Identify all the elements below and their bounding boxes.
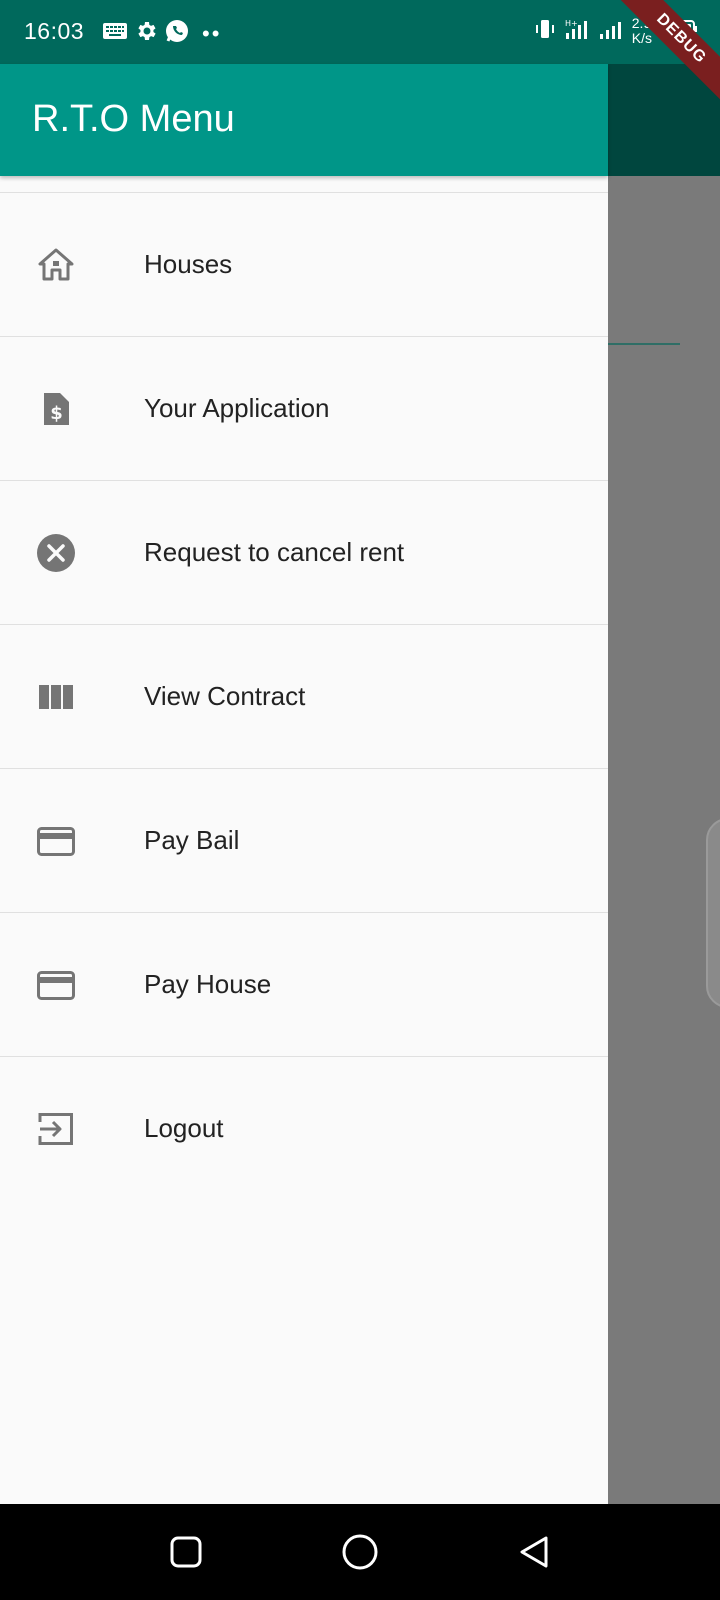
menu-item-label: Pay House — [144, 969, 272, 999]
signal-icon: H+ — [564, 17, 590, 46]
menu-item-pay-bail[interactable]: Pay Bail — [0, 769, 608, 913]
menu-item-pay-house[interactable]: Pay House — [0, 913, 608, 1057]
menu-item-your-application[interactable]: $ Your Application — [0, 337, 608, 481]
back-button[interactable] — [514, 1532, 554, 1572]
navigation-bar — [0, 1504, 720, 1600]
recents-button[interactable] — [166, 1532, 206, 1572]
menu-item-houses[interactable]: Houses — [0, 193, 608, 337]
menu-list: Houses $ Your Application Request to can… — [0, 192, 608, 1200]
menu-item-label: Houses — [144, 249, 233, 279]
credit-card-icon — [36, 821, 76, 861]
menu-item-view-contract[interactable]: View Contract — [0, 625, 608, 769]
home-button[interactable] — [340, 1532, 380, 1572]
drawer-title: R.T.O Menu — [32, 98, 235, 140]
status-time: 16:03 — [24, 18, 85, 44]
cancel-icon — [36, 533, 76, 573]
vibrate-icon — [534, 17, 556, 46]
navigation-drawer: R.T.O Menu Houses $ Your Application Req… — [0, 64, 608, 1504]
signal-icon — [598, 17, 624, 46]
drawer-header: R.T.O Menu — [0, 64, 608, 176]
network-speed-unit: K/s — [631, 30, 652, 46]
credit-card-icon — [36, 965, 76, 1005]
whatsapp-icon — [164, 18, 190, 49]
settings-icon — [134, 19, 158, 48]
back-icon — [520, 1536, 548, 1568]
house-icon — [36, 245, 76, 285]
status-left-icons: •• — [102, 18, 221, 49]
more-notifications-icon: •• — [202, 20, 222, 46]
background-card — [706, 818, 720, 1008]
recents-icon — [170, 1536, 202, 1568]
background-divider — [608, 343, 680, 345]
menu-item-label: Your Application — [144, 393, 330, 423]
invoice-icon: $ — [36, 389, 76, 429]
menu-item-label: Pay Bail — [144, 825, 240, 855]
view-column-icon — [36, 677, 76, 717]
svg-text:H+: H+ — [565, 19, 578, 28]
svg-text:$: $ — [50, 403, 63, 424]
screen: 16:03 •• H+ 2.9 K/s DEBUG R.T.O Menu Hou… — [0, 0, 720, 1600]
menu-item-logout[interactable]: Logout — [0, 1057, 608, 1200]
menu-item-label: View Contract — [144, 681, 306, 711]
menu-item-label: Logout — [144, 1113, 224, 1143]
logout-icon — [36, 1109, 76, 1149]
status-bar: 16:03 •• H+ 2.9 K/s — [0, 0, 720, 64]
keyboard-icon — [102, 21, 128, 46]
menu-item-request-cancel-rent[interactable]: Request to cancel rent — [0, 481, 608, 625]
menu-item-label: Request to cancel rent — [144, 537, 405, 567]
home-icon — [342, 1534, 378, 1570]
